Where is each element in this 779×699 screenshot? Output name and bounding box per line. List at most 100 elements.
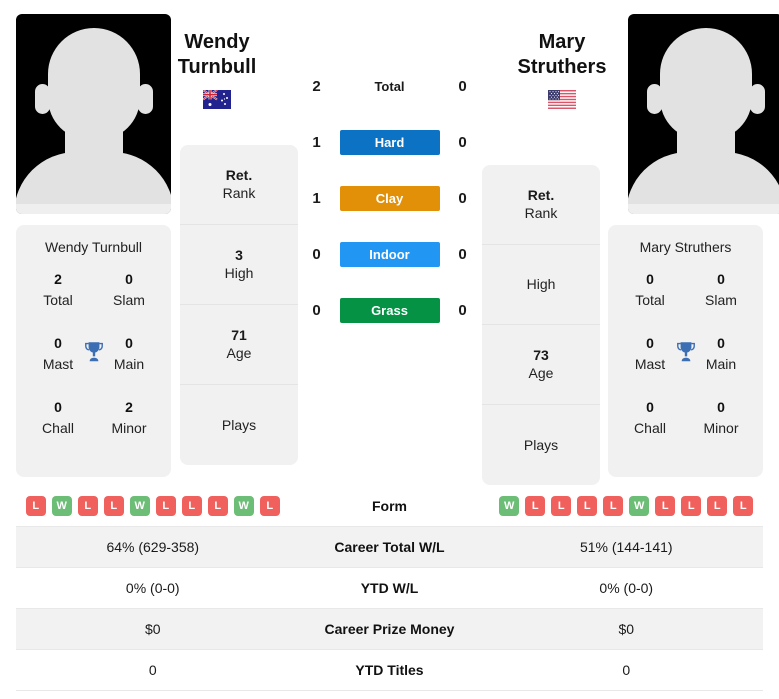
trophy-icon — [676, 342, 695, 362]
left-avatar-wrap — [0, 0, 171, 214]
right-ytd-titles: 0 — [622, 662, 631, 678]
left-high-label: High — [224, 265, 254, 281]
surface-row-total: 2 Total 0 — [279, 58, 500, 114]
comparison-table: LWLLWLLLWL Form WLLLLWLLLL 64% (629-358)… — [16, 486, 763, 691]
form-badge-l: L — [681, 496, 702, 516]
right-chall-value: 0 — [646, 399, 654, 415]
form-badge-l: L — [155, 496, 176, 516]
right-main-value: 0 — [717, 335, 725, 351]
left-mast-label: Mast — [42, 356, 74, 372]
surface-row-hard: 1 Hard 0 — [279, 114, 500, 170]
left-career-prize-money: $0 — [144, 621, 161, 637]
table-row-career-total-wl: 64% (629-358) Career Total W/L 51% (144-… — [16, 527, 763, 568]
left-chall-value: 0 — [54, 399, 62, 415]
left-ranking-card: Ret. Rank 3 High 71 Age Plays — [180, 145, 298, 465]
left-career-total-wl: 64% (629-358) — [106, 539, 200, 555]
left-chall-label: Chall — [42, 420, 74, 436]
right-minor-value: 0 — [717, 399, 725, 415]
left-mast-cell: 0 Mast — [32, 333, 84, 397]
form-badge-w: W — [499, 496, 520, 516]
left-titles-grid: 2 Total 0 Slam 0 Mast 0 Main 0 Chall 2 M… — [16, 269, 171, 461]
right-slam-label: Slam — [705, 292, 737, 308]
right-mast-value: 0 — [646, 335, 654, 351]
avatar-bottom-strip — [628, 204, 779, 214]
right-age-label: Age — [528, 365, 554, 381]
right-plays-label: Plays — [523, 436, 559, 453]
right-ytd-wl: 0% (0-0) — [599, 580, 654, 596]
right-form-cell: WLLLLWLLLL — [490, 496, 764, 516]
left-player-name-line1: Wendy — [184, 31, 250, 53]
right-mast-label: Mast — [634, 356, 666, 372]
right-titles-grid: 0 Total 0 Slam 0 Mast 0 Main 0 Chall 0 M… — [608, 269, 763, 461]
right-total-value: 0 — [646, 271, 654, 287]
left-main-cell: 0 Main — [103, 333, 155, 397]
right-grass-titles: 0 — [458, 301, 467, 319]
avatar-left — [16, 14, 171, 214]
form-badge-l: L — [25, 496, 46, 516]
right-total-label: Total — [635, 292, 665, 308]
right-titles-row-3: 0 Chall 0 Minor — [608, 397, 763, 461]
left-form-cell: LWLLWLLLWL — [16, 496, 290, 516]
surface-row-indoor: 0 Indoor 0 — [279, 226, 500, 282]
right-ranking-card: Ret. Rank High 73 Age Plays — [482, 165, 600, 485]
left-minor-label: Minor — [111, 420, 147, 436]
silhouette-ears-icon — [34, 84, 153, 114]
form-badge-l: L — [77, 496, 98, 516]
right-main-cell: 0 Main — [695, 333, 747, 397]
right-form-badges: WLLLLWLLLL — [490, 496, 764, 516]
right-titles-card: Mary Struthers 0 Total 0 Slam 0 Mast 0 M… — [608, 225, 763, 477]
form-badge-w: W — [629, 496, 650, 516]
left-minor-cell: 2 Minor — [103, 397, 155, 461]
row-label-career-total-wl: Career Total W/L — [334, 539, 445, 555]
form-badge-l: L — [577, 496, 598, 516]
australia-flag-icon — [203, 90, 231, 109]
left-player-name-block: Wendy Turnbull — [155, 0, 279, 109]
surface-head-to-head: 2 Total 0 1 Hard 0 1 Clay 0 0 Indoor 0 0 — [279, 0, 500, 338]
left-chall-cell: 0 Chall — [32, 397, 84, 461]
left-total-label: Total — [43, 292, 73, 308]
left-rank-cell: Ret. Rank — [180, 145, 298, 225]
right-total-titles: 0 — [458, 77, 467, 95]
left-titles-row-1: 2 Total 0 Slam — [16, 269, 171, 333]
left-slam-label: Slam — [113, 292, 145, 308]
right-mast-cell: 0 Mast — [624, 333, 676, 397]
left-plays-label: Plays — [221, 416, 257, 433]
left-rank-label: Rank — [222, 185, 256, 201]
right-titles-row-1: 0 Total 0 Slam — [608, 269, 763, 333]
right-high-label: High — [526, 276, 556, 292]
left-rank-value: Ret. — [225, 167, 253, 183]
right-slam-value: 0 — [717, 271, 725, 287]
row-label-ytd-wl: YTD W/L — [360, 580, 419, 596]
right-player-name-line2: Struthers — [517, 56, 607, 78]
left-titles-card: Wendy Turnbull 2 Total 0 Slam 0 Mast 0 M… — [16, 225, 171, 477]
left-age-label: Age — [226, 345, 252, 361]
right-high-cell: High — [482, 245, 600, 325]
form-badge-l: L — [207, 496, 228, 516]
right-rank-cell: Ret. Rank — [482, 165, 600, 245]
left-ytd-titles: 0 — [148, 662, 157, 678]
left-slam-value: 0 — [125, 271, 133, 287]
right-total-cell: 0 Total — [624, 269, 676, 333]
right-clay-titles: 0 — [458, 189, 467, 207]
trophy-icon — [84, 342, 103, 362]
left-total-value: 2 — [54, 271, 62, 287]
left-minor-value: 2 — [125, 399, 133, 415]
form-badge-l: L — [603, 496, 624, 516]
left-total-titles: 2 — [312, 77, 321, 95]
left-slam-cell: 0 Slam — [103, 269, 155, 333]
form-badge-l: L — [103, 496, 124, 516]
avatar-bottom-strip — [16, 204, 171, 214]
left-indoor-titles: 0 — [312, 245, 321, 263]
left-age-cell: 71 Age — [180, 305, 298, 385]
left-titles-row-3: 0 Chall 2 Minor — [16, 397, 171, 461]
table-row-career-prize-money: $0 Career Prize Money $0 — [16, 609, 763, 650]
right-chall-cell: 0 Chall — [624, 397, 676, 461]
left-card-player-name: Wendy Turnbull — [44, 239, 142, 255]
right-slam-cell: 0 Slam — [695, 269, 747, 333]
right-age-value: 73 — [533, 347, 549, 363]
surface-chip-grass: Grass — [339, 297, 440, 323]
left-ytd-wl: 0% (0-0) — [125, 580, 180, 596]
table-row-form: LWLLWLLLWL Form WLLLLWLLLL — [16, 486, 763, 527]
left-plays-cell: Plays — [180, 385, 298, 465]
silhouette-ears-icon — [646, 84, 765, 114]
